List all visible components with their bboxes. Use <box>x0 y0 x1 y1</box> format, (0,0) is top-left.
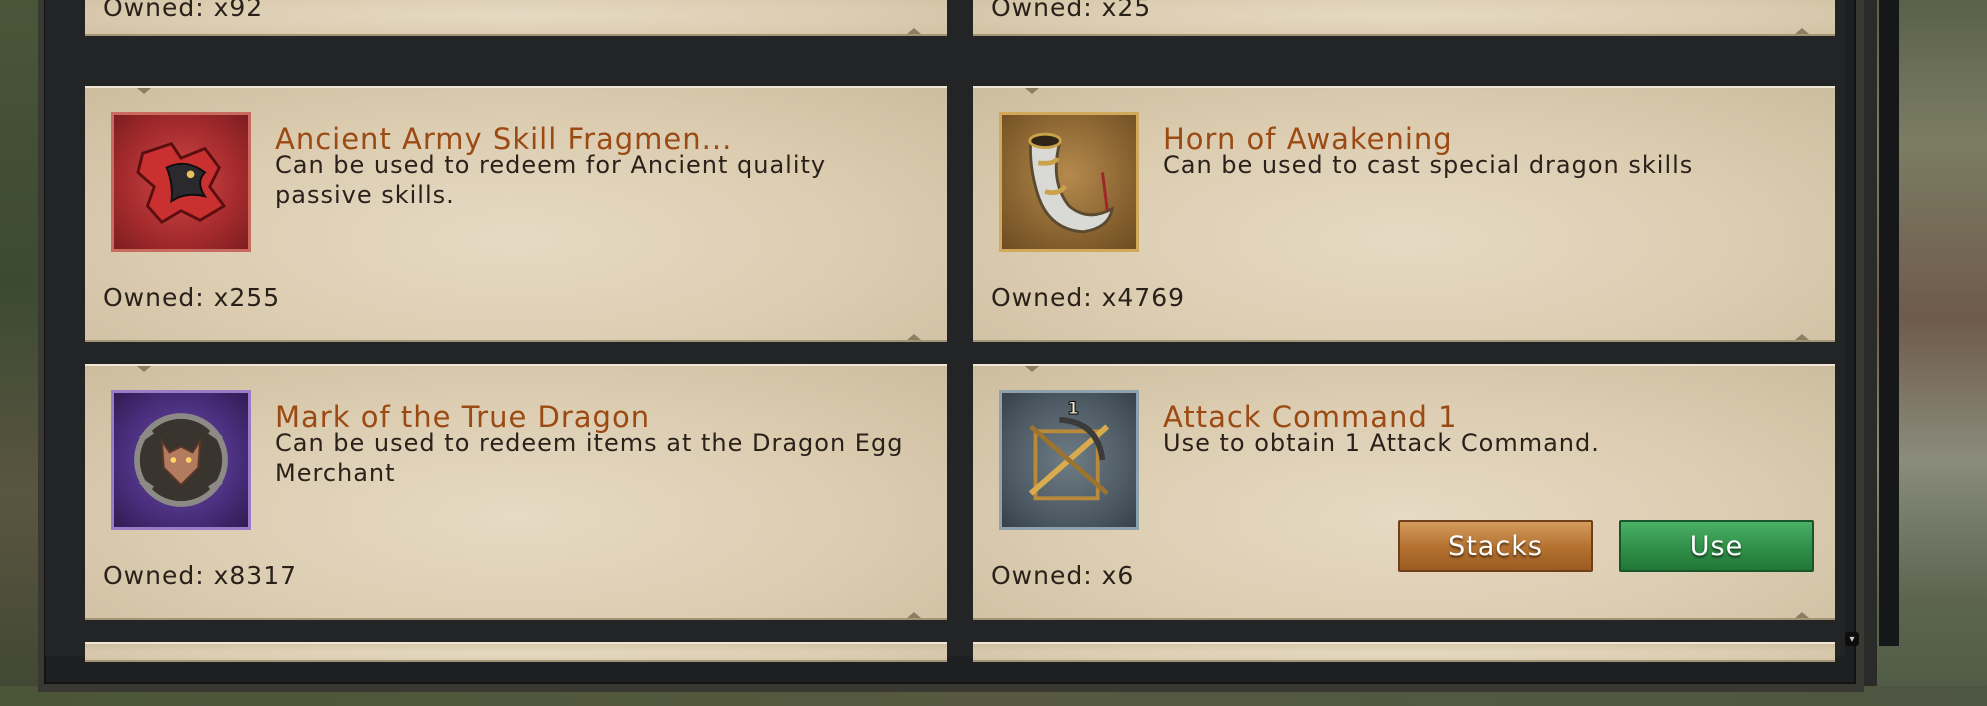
item-description: Use to obtain 1 Attack Command. <box>1163 429 1600 457</box>
card-ornament <box>907 612 921 618</box>
card-ornament <box>1025 88 1039 94</box>
item-card[interactable]: 1 Attack Command 1 Use to obtain 1 Attac… <box>973 364 1835 620</box>
item-card[interactable] <box>85 642 947 662</box>
inventory-list[interactable]: Owned: x92 Owned: x25 Ancient Army Skill… <box>45 0 1899 662</box>
card-ornament <box>907 334 921 340</box>
item-description: Can be used to redeem items at the Drago… <box>275 429 904 487</box>
item-card[interactable]: Owned: x25 <box>973 0 1835 36</box>
card-ornament <box>1795 334 1809 340</box>
dragon-mark-icon <box>111 390 251 530</box>
owned-count: Owned: x255 <box>103 283 281 312</box>
card-ornament <box>1795 28 1809 34</box>
owned-count: Owned: x92 <box>103 0 264 22</box>
scrollbar-track[interactable] <box>1879 0 1899 646</box>
card-ornament <box>137 366 151 372</box>
card-ornament <box>137 88 151 94</box>
scroll-down-icon[interactable]: ▾ <box>1845 632 1859 646</box>
owned-count: Owned: x4769 <box>991 283 1186 312</box>
item-card[interactable]: Ancient Army Skill Fragmen... Can be use… <box>85 86 947 342</box>
ancient-fragment-icon <box>111 112 251 252</box>
item-description: Can be used to cast special dragon skill… <box>1163 151 1694 179</box>
horn-icon <box>999 112 1139 252</box>
item-card[interactable]: Horn of Awakening Can be used to cast sp… <box>973 86 1835 342</box>
card-ornament <box>907 28 921 34</box>
owned-count: Owned: x6 <box>991 561 1135 590</box>
item-card[interactable]: Owned: x92 <box>85 0 947 36</box>
card-ornament <box>1795 612 1809 618</box>
owned-count: Owned: x25 <box>991 0 1152 22</box>
item-card[interactable]: Mark of the True Dragon Can be used to r… <box>85 364 947 620</box>
card-ornament <box>1025 366 1039 372</box>
use-button[interactable]: Use <box>1619 520 1814 572</box>
icon-level-badge: 1 <box>1067 399 1079 419</box>
attack-command-icon: 1 <box>999 390 1139 530</box>
item-card[interactable] <box>973 642 1835 662</box>
item-description: Can be used to redeem for Ancient qualit… <box>275 151 827 209</box>
stacks-button[interactable]: Stacks <box>1398 520 1593 572</box>
owned-count: Owned: x8317 <box>103 561 298 590</box>
